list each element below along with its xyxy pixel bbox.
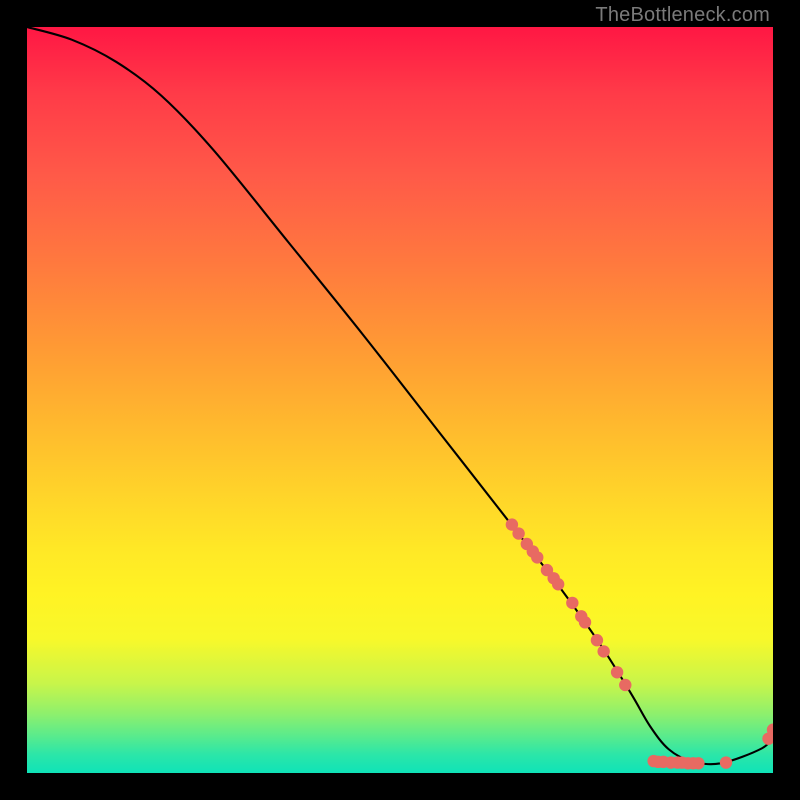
curve-line bbox=[27, 27, 773, 764]
data-point bbox=[566, 597, 578, 609]
scatter-points bbox=[506, 518, 773, 769]
data-point bbox=[611, 666, 623, 678]
plot-area bbox=[27, 27, 773, 773]
chart-overlay bbox=[27, 27, 773, 773]
data-point bbox=[591, 634, 603, 646]
data-point bbox=[531, 551, 543, 563]
data-point bbox=[619, 679, 631, 691]
data-point bbox=[597, 645, 609, 657]
chart-container bbox=[27, 27, 773, 773]
data-point bbox=[720, 756, 732, 768]
data-point bbox=[692, 757, 704, 769]
data-point bbox=[552, 578, 564, 590]
attribution-text: TheBottleneck.com bbox=[595, 4, 770, 27]
data-point bbox=[512, 527, 524, 539]
data-point bbox=[579, 616, 591, 628]
